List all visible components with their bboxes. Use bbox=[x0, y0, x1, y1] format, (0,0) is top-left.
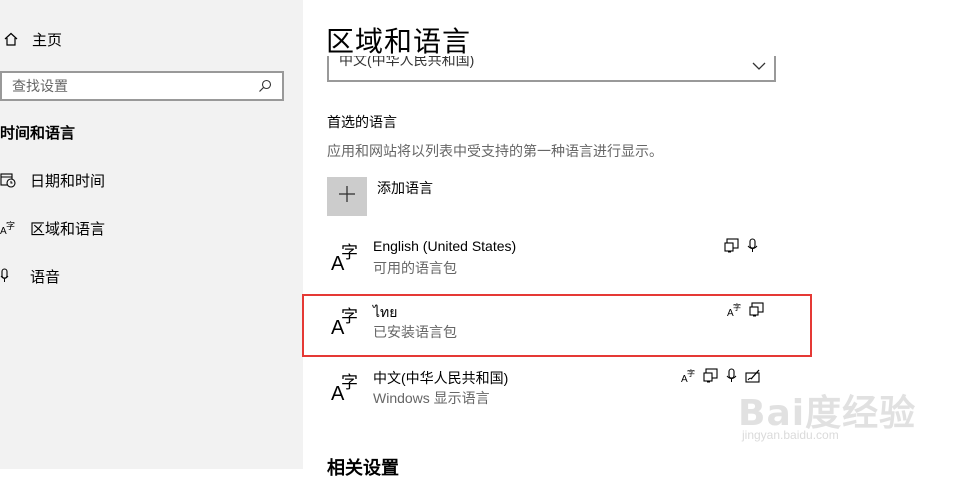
language-name: 中文(中华人民共和国) bbox=[373, 370, 509, 386]
country-region-dropdown[interactable]: 中文(中华人民共和国) bbox=[327, 56, 776, 82]
language-icon: A字 bbox=[330, 240, 362, 277]
display-icon bbox=[703, 368, 719, 389]
sidebar-item-region-language[interactable]: A字 区域和语言 bbox=[0, 215, 105, 241]
language-name: English (United States) bbox=[373, 238, 517, 254]
language-item-english[interactable]: A字 English (United States) 可用的语言包 bbox=[303, 234, 823, 288]
home-icon bbox=[0, 31, 22, 47]
calendar-clock-icon bbox=[0, 172, 20, 188]
microphone-icon bbox=[725, 368, 739, 389]
page-title: 区域和语言 bbox=[326, 26, 472, 57]
highlight-box bbox=[302, 294, 812, 357]
microphone-icon bbox=[746, 238, 760, 259]
dropdown-value: 中文(中华人民共和国) bbox=[339, 56, 475, 68]
watermark: Bai度经验 jingyan.baidu.com bbox=[738, 378, 948, 446]
sidebar-item-label: 日期和时间 bbox=[30, 172, 106, 190]
language-status: Windows 显示语言 bbox=[373, 390, 490, 406]
preferred-languages-heading: 首选的语言 bbox=[327, 114, 397, 130]
add-language-button[interactable] bbox=[327, 177, 367, 216]
svg-text:字: 字 bbox=[341, 373, 358, 393]
search-input[interactable] bbox=[2, 78, 254, 94]
nav-home-label: 主页 bbox=[32, 31, 63, 49]
section-heading: 时间和语言 bbox=[0, 125, 76, 142]
language-icon: A字 bbox=[0, 220, 20, 236]
plus-icon bbox=[338, 185, 356, 208]
svg-text:字: 字 bbox=[6, 220, 15, 232]
preferred-languages-description: 应用和网站将以列表中受支持的第一种语言进行显示。 bbox=[327, 143, 663, 159]
chevron-down-icon bbox=[752, 58, 766, 76]
display-icon bbox=[724, 238, 740, 259]
watermark-url: jingyan.baidu.com bbox=[742, 428, 839, 442]
sidebar-item-label: 语音 bbox=[30, 268, 61, 286]
language-status: 可用的语言包 bbox=[373, 260, 457, 276]
related-settings-heading: 相关设置 bbox=[327, 458, 399, 478]
svg-text:字: 字 bbox=[687, 368, 695, 378]
sidebar-item-label: 区域和语言 bbox=[30, 220, 106, 238]
nav-home[interactable]: 主页 bbox=[0, 26, 62, 52]
language-icon: A字 bbox=[681, 368, 697, 389]
sidebar-item-date-time[interactable]: 日期和时间 bbox=[0, 167, 105, 193]
sidebar-item-speech[interactable]: 语音 bbox=[0, 263, 60, 289]
add-language-label[interactable]: 添加语言 bbox=[377, 178, 433, 198]
microphone-icon bbox=[0, 268, 20, 284]
sidebar: 主页 时间和语言 日期和时间 A字 区域和语言 语音 bbox=[0, 0, 303, 469]
language-icon: A字 bbox=[330, 370, 362, 407]
search-icon[interactable] bbox=[254, 79, 276, 93]
svg-text:字: 字 bbox=[341, 243, 358, 263]
search-box[interactable] bbox=[0, 71, 284, 101]
language-features bbox=[724, 238, 760, 259]
